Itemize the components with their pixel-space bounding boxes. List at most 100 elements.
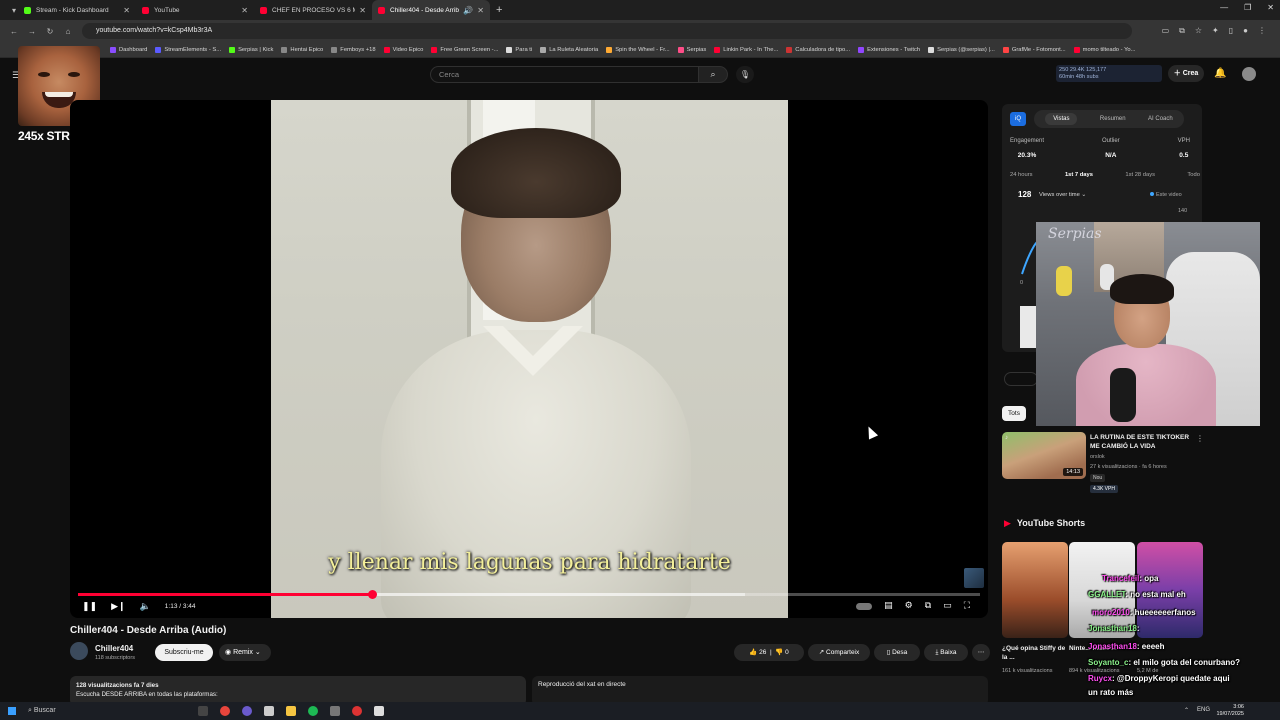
channel-watermark[interactable] (964, 568, 984, 588)
task-view-icon[interactable] (198, 706, 208, 716)
bookmark-item[interactable]: Free Green Screen -... (431, 46, 498, 53)
home-icon[interactable]: ⌂ (64, 27, 72, 36)
save-button[interactable]: ▯ Desa (874, 644, 920, 661)
back-icon[interactable]: ← (10, 27, 18, 36)
start-icon[interactable] (8, 707, 16, 715)
next-icon[interactable]: ▶❙ (111, 601, 125, 612)
bookmark-item[interactable]: Video Epico (383, 46, 423, 53)
maximize-icon[interactable]: ❐ (1244, 3, 1251, 12)
channel-avatar[interactable] (70, 642, 88, 660)
range-24h[interactable]: 24 hours (1010, 172, 1033, 178)
browser-icon[interactable] (242, 706, 252, 716)
voice-search-button[interactable]: 🎙 (736, 66, 754, 83)
tab-kick-dashboard[interactable]: Stream - Kick Dashboard ✕ (18, 0, 136, 20)
bookmark-item[interactable]: Hentai Epico (281, 46, 323, 53)
progress-bar[interactable] (78, 590, 980, 599)
download-button[interactable]: ⤓ Baixa (924, 644, 968, 661)
close-icon[interactable]: ✕ (359, 6, 366, 15)
minimize-icon[interactable]: — (1220, 3, 1228, 12)
like-button[interactable]: 👍 26 (749, 649, 766, 656)
channel-name[interactable]: Chiller404 (95, 644, 133, 653)
search-input[interactable]: Cerca (430, 66, 698, 83)
cast-icon[interactable]: ▭ (1162, 26, 1170, 36)
share-button[interactable]: ↗ Comparteix (808, 644, 870, 661)
taskbar-search[interactable]: ⌕ Buscar (28, 707, 168, 715)
close-icon[interactable]: ✕ (477, 6, 484, 15)
close-icon[interactable]: ✕ (123, 6, 130, 15)
miniplayer-icon[interactable]: ⧉ (925, 600, 931, 611)
bookmark-item[interactable]: momo tilteado - Yo... (1073, 46, 1135, 53)
bookmark-item[interactable]: Linkin Park - In The... (714, 46, 778, 53)
recommended-title[interactable]: LA RUTINA DE ESTE TIKTOKER ME CAMBIÓ LA … (1090, 433, 1194, 451)
channel-stats-widget[interactable]: 250 29.4K 125,177 60min 48h subs (1056, 65, 1162, 82)
subscribe-button[interactable]: Subscriu-me (155, 644, 213, 661)
translate-icon[interactable]: ⧉ (1179, 26, 1185, 36)
range-7d[interactable]: 1st 7 days (1065, 172, 1093, 178)
obs-icon[interactable] (352, 706, 362, 716)
recommended-thumbnail[interactable]: ♪ 14:13 (1002, 432, 1086, 479)
url-field[interactable]: youtube.com/watch?v=kCsp4Mb3r3A (82, 23, 1132, 39)
reload-icon[interactable]: ↻ (46, 27, 54, 36)
notifications-icon[interactable]: 🔔 (1214, 68, 1226, 79)
forward-icon[interactable]: → (28, 27, 36, 36)
video-player[interactable]: y llenar mis lagunas para hidratarte ❚❚ … (70, 100, 988, 618)
menu-dots-icon[interactable]: ⋮ (1258, 26, 1266, 36)
pause-icon[interactable]: ❚❚ (82, 601, 97, 612)
new-tab-button[interactable]: + (496, 4, 502, 16)
fullscreen-icon[interactable]: ⛶ (964, 600, 970, 611)
bookmark-item[interactable]: Dashboard (110, 46, 147, 53)
bookmark-item[interactable]: Calculadora de tipo... (786, 46, 850, 53)
sidebar-icon[interactable]: ▯ (1229, 26, 1233, 36)
short-title-1[interactable]: ¿Qué opina Stiffy de la ... (1002, 644, 1066, 662)
spotify-icon[interactable] (308, 706, 318, 716)
tab-menu-icon[interactable]: ▾ (10, 6, 18, 15)
remix-button[interactable]: ◉ Remix ⌄ (219, 644, 271, 661)
speaker-icon[interactable]: 🔊 (463, 6, 473, 15)
tray-chevron-icon[interactable]: ⌃ (1184, 707, 1189, 714)
profile-icon[interactable]: ● (1243, 26, 1248, 36)
search-button[interactable]: ⌕ (698, 66, 728, 83)
short-thumbnail-1[interactable] (1002, 542, 1068, 638)
chrome-icon[interactable] (220, 706, 230, 716)
create-button[interactable]: ＋ Crea (1168, 65, 1204, 82)
folder-icon[interactable] (286, 706, 296, 716)
dislike-button[interactable]: 👎 0 (775, 649, 789, 656)
bookmark-item[interactable]: Para ti (506, 46, 532, 53)
star-icon[interactable]: ☆ (1195, 26, 1202, 36)
subtitles-icon[interactable]: ▤ (884, 600, 893, 611)
extensions-icon[interactable]: ✦ (1212, 26, 1219, 36)
bookmark-item[interactable]: GrafMe - Fotomont... (1002, 46, 1066, 53)
autoplay-toggle[interactable] (856, 603, 873, 610)
more-actions-button[interactable]: ⋯ (972, 644, 990, 661)
panel-pill[interactable] (1004, 372, 1038, 386)
bookmark-item[interactable]: Serpias (677, 46, 706, 53)
views-over-time-dropdown[interactable]: Views over time ⌄ (1039, 192, 1086, 198)
range-28d[interactable]: 1st 28 days (1125, 172, 1155, 178)
settings-gear-icon[interactable]: ⚙ (905, 600, 913, 611)
close-window-icon[interactable]: ✕ (1267, 3, 1274, 12)
bookmark-item[interactable]: Serpias (@serpias) |... (928, 46, 995, 53)
app-icon[interactable] (264, 706, 274, 716)
tab-resumen[interactable]: Resumen (1100, 116, 1126, 122)
more-options-icon[interactable]: ⋮ (1196, 434, 1204, 443)
bookmark-item[interactable]: Spin the Wheel - Fr... (606, 46, 670, 53)
theater-icon[interactable]: ▭ (943, 600, 952, 611)
recommended-channel[interactable]: orslok (1090, 454, 1105, 460)
range-all[interactable]: Todo (1187, 172, 1200, 178)
bookmark-item[interactable]: La Ruleta Aleatoria (540, 46, 598, 53)
filter-chip-all[interactable]: Tots (1002, 406, 1026, 421)
volume-icon[interactable]: 🔈 (140, 601, 151, 612)
taskbar-language[interactable]: ENG (1197, 707, 1210, 714)
app-icon-3[interactable] (374, 706, 384, 716)
video-frame[interactable]: y llenar mis lagunas para hidratarte (271, 100, 788, 618)
account-avatar[interactable] (1242, 67, 1256, 81)
bookmark-item[interactable]: Extensiones - Twitch (858, 46, 920, 53)
tab-youtube[interactable]: YouTube ✕ (136, 0, 254, 20)
bookmark-item[interactable]: Serpias | Kick (229, 46, 273, 53)
close-icon[interactable]: ✕ (241, 6, 248, 15)
tab-ai-coach[interactable]: AI Coach (1148, 116, 1173, 122)
bookmark-item[interactable]: StreamElements - S... (155, 46, 221, 53)
taskbar-clock[interactable]: 3:06 19/07/2025 (1216, 704, 1244, 718)
tab-chef[interactable]: CHEF EN PROCESO VS 6 MUJERES ✕ (254, 0, 372, 20)
app-icon-2[interactable] (330, 706, 340, 716)
